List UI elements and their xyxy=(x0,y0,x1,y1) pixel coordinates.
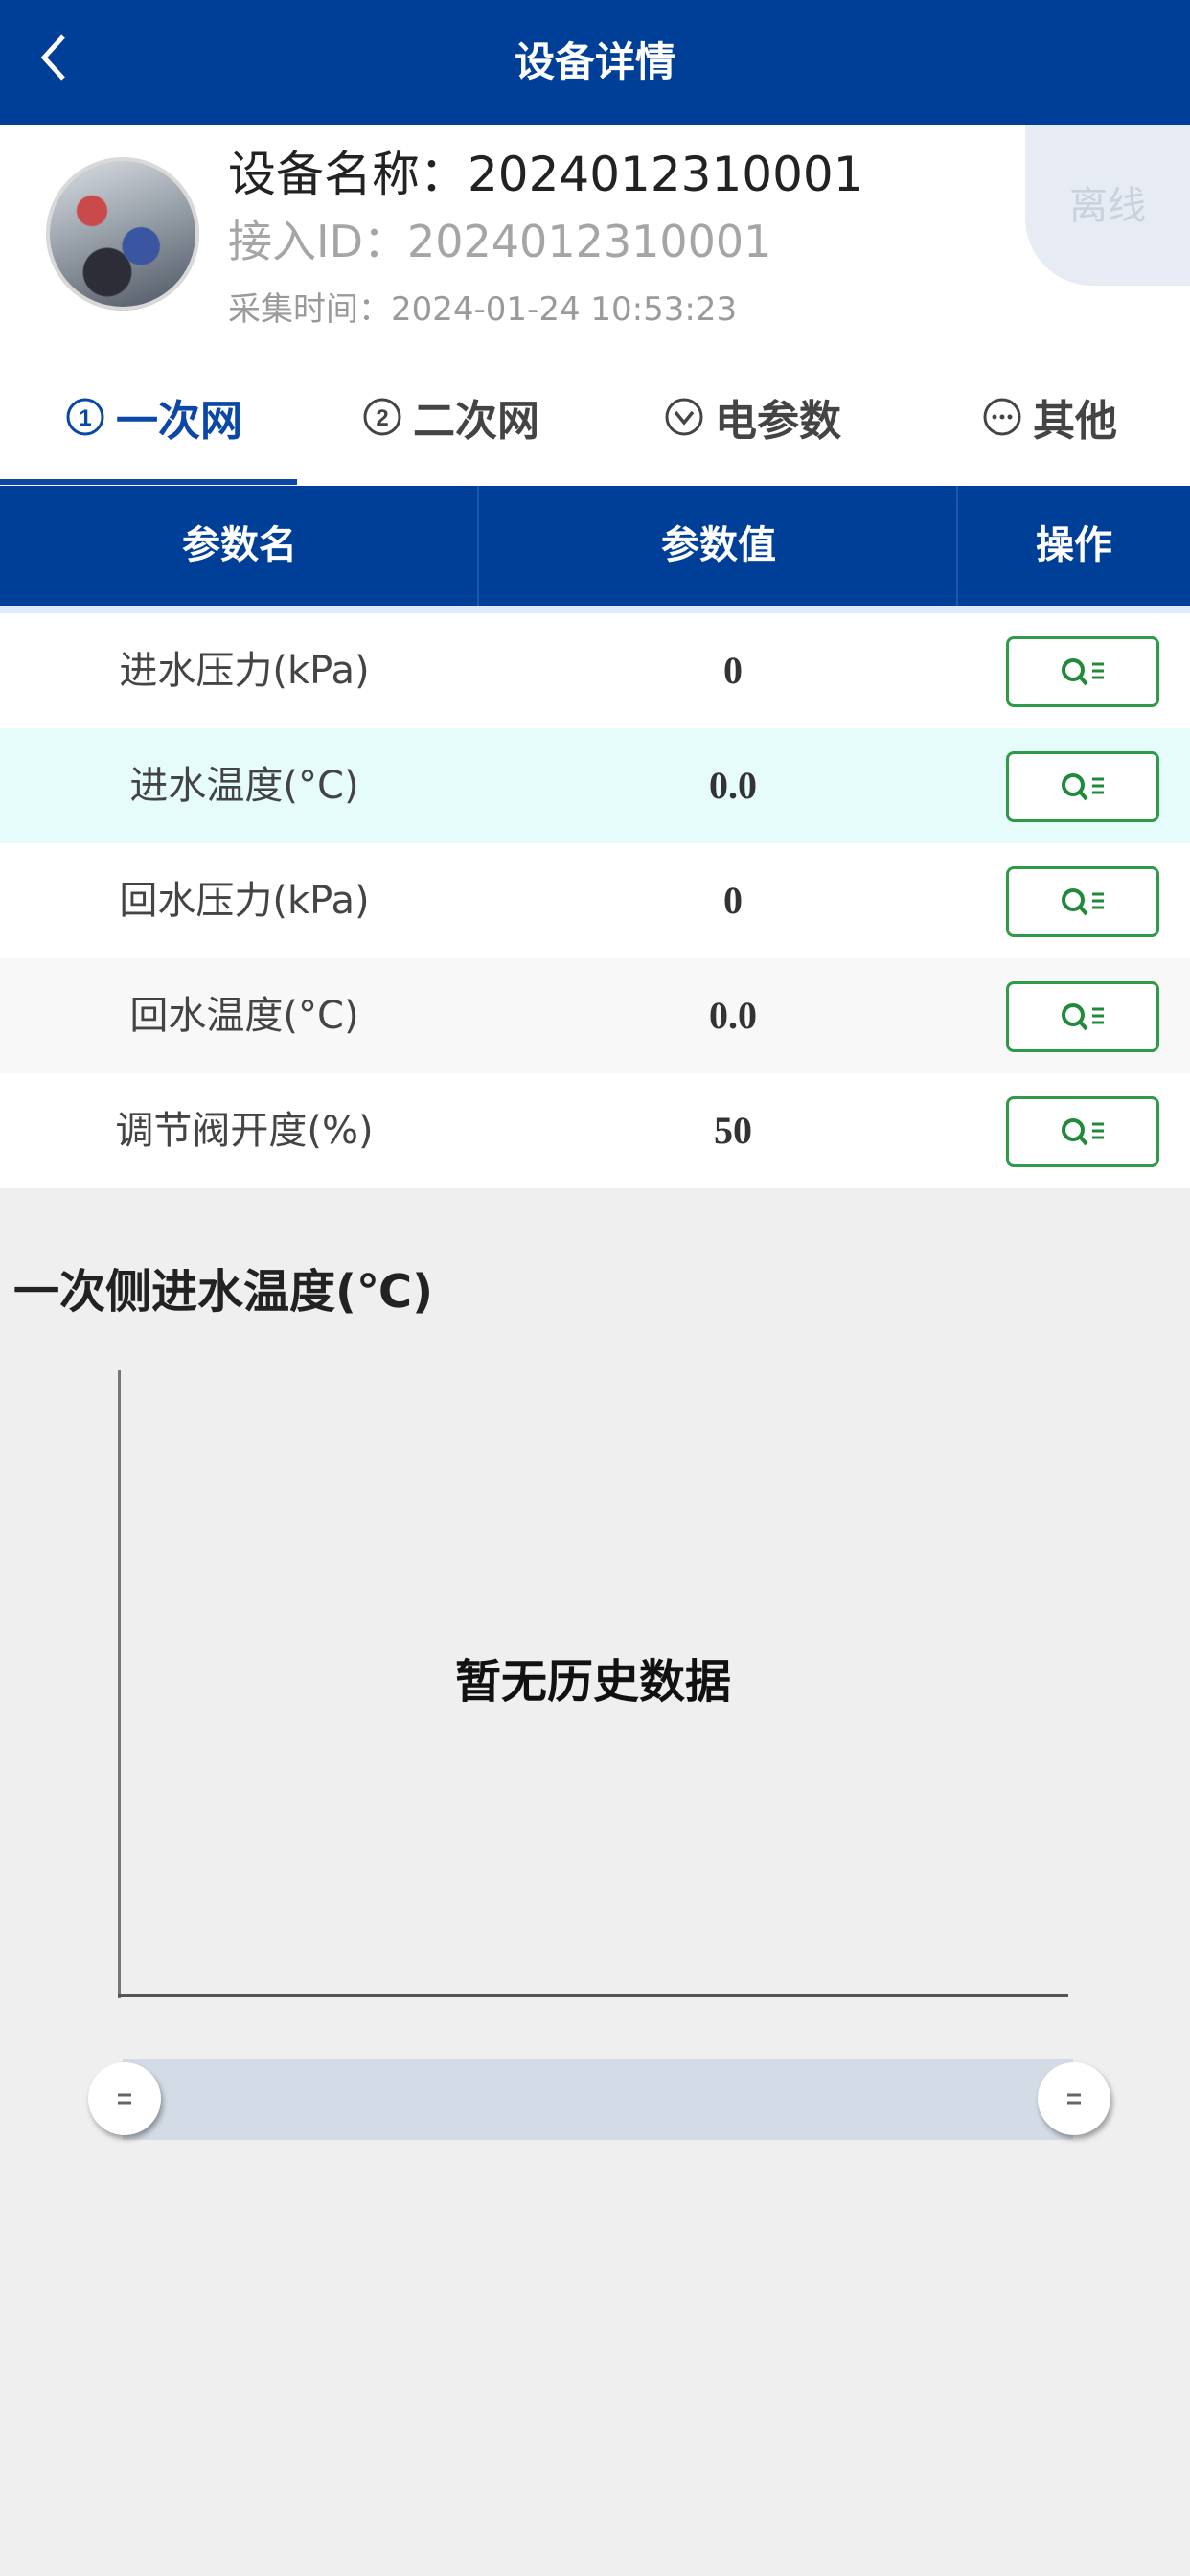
header-bar: 设备详情 xyxy=(0,0,1190,125)
chart-range-slider[interactable] xyxy=(123,2058,1073,2140)
tab-electrical-params[interactable]: 电参数 xyxy=(637,347,867,486)
search-list-icon xyxy=(1062,888,1104,916)
search-list-icon xyxy=(1062,1118,1104,1146)
column-header-param-name: 参数名 xyxy=(182,523,297,567)
param-value: 0 xyxy=(723,649,743,692)
svg-text:2: 2 xyxy=(376,405,388,431)
search-list-icon xyxy=(1062,658,1104,686)
param-value: 0 xyxy=(723,879,743,922)
view-history-button[interactable] xyxy=(1006,751,1159,822)
search-list-icon xyxy=(1062,773,1104,801)
view-history-button[interactable] xyxy=(1006,981,1159,1052)
chart-title: 一次侧进水温度(℃) xyxy=(13,1265,434,1319)
tab-other[interactable]: 其他 xyxy=(944,347,1155,486)
param-value: 0.0 xyxy=(709,994,757,1037)
param-value: 0.0 xyxy=(709,764,757,807)
param-name: 调节阀开度(%) xyxy=(115,1109,374,1153)
table-row: 调节阀开度(%) 50 xyxy=(0,1073,1190,1188)
tab-primary-network[interactable]: 1 一次网 xyxy=(38,347,268,486)
view-history-button[interactable] xyxy=(1006,866,1159,937)
table-row: 回水温度(°C) 0.0 xyxy=(0,958,1190,1075)
param-table-header: 参数名 参数值 操作 xyxy=(0,486,1190,606)
device-name: 设备名称：2024012310001 xyxy=(228,147,864,202)
search-list-icon xyxy=(1062,1003,1104,1031)
tab-label: 一次网 xyxy=(116,396,242,446)
tab-label: 其他 xyxy=(1033,396,1117,446)
table-row: 回水压力(kPa) 0 xyxy=(0,843,1190,960)
param-name: 进水温度(°C) xyxy=(129,764,359,808)
column-header-action: 操作 xyxy=(1036,523,1112,567)
column-header-param-value: 参数值 xyxy=(661,523,776,567)
status-badge: 离线 xyxy=(1025,125,1190,286)
grip-lines-icon xyxy=(118,2093,131,2104)
tab-bar: 1 一次网 2 二次网 电参数 其他 xyxy=(0,347,1190,486)
tab-label: 电参数 xyxy=(715,396,841,446)
view-history-button[interactable] xyxy=(1006,1096,1159,1167)
chart-x-axis xyxy=(118,1994,1068,1997)
grip-lines-icon xyxy=(1067,2093,1081,2104)
device-access-id: 接入ID：2024012310001 xyxy=(228,216,772,267)
tab-secondary-network[interactable]: 2 二次网 xyxy=(335,347,565,486)
param-value: 50 xyxy=(714,1109,752,1152)
range-slider-start-handle[interactable] xyxy=(88,2062,161,2135)
range-slider-end-handle[interactable] xyxy=(1038,2062,1110,2135)
table-header-accent xyxy=(0,606,1190,613)
param-name: 回水压力(kPa) xyxy=(119,879,370,923)
param-name: 进水压力(kPa) xyxy=(119,649,370,693)
chart-empty-message: 暂无历史数据 xyxy=(454,1655,731,1709)
page-title: 设备详情 xyxy=(514,38,675,85)
device-info-card: 设备名称：2024012310001 接入ID：2024012310001 采集… xyxy=(0,125,1190,347)
svg-text:1: 1 xyxy=(79,405,91,431)
circled-ellipsis-icon xyxy=(981,396,1023,438)
view-history-button[interactable] xyxy=(1006,636,1159,707)
device-collect-time: 采集时间：2024-01-24 10:53:23 xyxy=(228,290,738,329)
device-photo xyxy=(46,157,199,310)
active-tab-indicator xyxy=(0,479,297,485)
table-row: 进水温度(°C) 0.0 xyxy=(0,728,1190,845)
table-row: 进水压力(kPa) 0 xyxy=(0,613,1190,730)
param-name: 回水温度(°C) xyxy=(129,994,359,1038)
circled-two-icon: 2 xyxy=(361,396,403,438)
circled-chevron-down-icon xyxy=(663,396,705,438)
tab-label: 二次网 xyxy=(413,396,539,446)
circled-one-icon: 1 xyxy=(64,396,106,438)
